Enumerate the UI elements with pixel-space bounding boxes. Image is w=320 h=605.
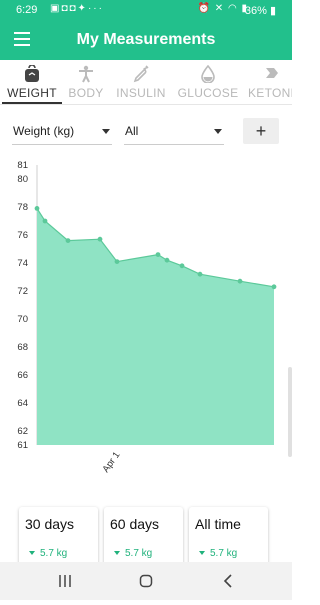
wifi-icon: ◠: [227, 3, 238, 14]
y-tick-label: 76: [17, 230, 28, 241]
card-title: 30 days: [25, 516, 75, 532]
system-nav-bar: [0, 562, 292, 600]
category-tabs: WEIGHT BODY INSULIN GLUCOSE KETONE: [0, 60, 292, 105]
tab-weight[interactable]: WEIGHT: [2, 60, 62, 104]
data-point: [164, 257, 170, 263]
y-tick-label: 62: [17, 426, 28, 437]
drop-icon: [201, 65, 215, 83]
card-change: 5.7 kg: [29, 548, 67, 559]
card-title: 60 days: [110, 516, 160, 532]
tab-label: INSULIN: [116, 86, 166, 100]
weight-area: [37, 208, 274, 445]
recent-apps-button[interactable]: [40, 562, 90, 600]
summary-card-60-days[interactable]: 60 days 5.7 kg: [104, 507, 183, 567]
recent-apps-icon: [59, 575, 71, 587]
bag-icon: ◘: [69, 3, 78, 14]
chart-controls: Weight (kg) All +: [0, 118, 292, 148]
calendar-icon: ▣: [50, 3, 62, 14]
battery-level: 36% ▮: [244, 5, 276, 17]
tab-body[interactable]: BODY: [66, 60, 106, 104]
y-tick-label: 70: [17, 314, 28, 325]
summary-cards: 30 days 5.7 kg 60 days 5.7 kg All time 5…: [0, 507, 292, 567]
data-point: [197, 271, 203, 277]
battery-icon: ▮: [269, 5, 276, 17]
system-icons: ⏰ ✕ ◠ ▮: [198, 3, 248, 14]
app-bar: My Measurements: [0, 20, 292, 60]
data-point: [97, 236, 103, 242]
y-tick-label: 72: [17, 286, 28, 297]
card-title: All time: [195, 516, 241, 532]
bag-icon: ◘: [61, 3, 70, 14]
tab-label: WEIGHT: [7, 86, 57, 100]
y-tick-label: 66: [17, 370, 28, 381]
body-icon: [79, 65, 93, 83]
arrow-down-icon: [114, 551, 120, 556]
tab-glucose[interactable]: GLUCOSE: [176, 60, 240, 104]
y-tick-label: 80: [17, 174, 28, 185]
status-bar: 6:29 ▣◘◘✦··· ⏰ ✕ ◠ ▮ 36% ▮: [0, 0, 292, 20]
data-point: [65, 238, 71, 243]
measurement-select[interactable]: Weight (kg): [12, 118, 112, 145]
card-change: 5.7 kg: [199, 548, 237, 559]
home-icon: [139, 574, 153, 588]
ketone-icon: [266, 68, 278, 78]
tab-ketone[interactable]: KETONE: [248, 60, 292, 104]
x-tick-label: Apr 1: [100, 450, 122, 475]
y-tick-label: 61: [17, 440, 28, 451]
card-change: 5.7 kg: [114, 548, 152, 559]
range-select-value: All: [125, 124, 139, 138]
y-tick-label: 74: [17, 258, 28, 269]
y-tick-label: 78: [17, 202, 28, 213]
notification-icons: ▣◘◘✦···: [50, 3, 104, 14]
data-point: [271, 284, 277, 290]
arrow-down-icon: [199, 551, 205, 556]
measurement-select-value: Weight (kg): [13, 124, 75, 138]
app-title: My Measurements: [76, 31, 216, 48]
data-point: [179, 263, 185, 269]
alarm-icon: ⏰: [197, 3, 212, 14]
add-measurement-button[interactable]: +: [243, 118, 279, 144]
weight-icon: [25, 65, 39, 82]
tab-insulin[interactable]: INSULIN: [114, 60, 168, 104]
summary-card-all-time[interactable]: All time 5.7 kg: [189, 507, 268, 567]
y-tick-label: 64: [17, 398, 28, 409]
weight-chart-svg: 61 62 64 66 68 70 72 74 76 78 80 81 Apr 1: [17, 160, 277, 475]
more-dots-icon: ···: [87, 3, 104, 14]
mute-icon: ✕: [214, 3, 225, 14]
scroll-handle[interactable]: [288, 367, 292, 457]
tab-label: BODY: [68, 86, 104, 100]
home-button[interactable]: [121, 562, 171, 600]
active-tab-indicator: [2, 102, 62, 104]
tab-label: KETONE: [248, 86, 292, 100]
data-point: [34, 206, 40, 211]
syringe-icon: [133, 65, 149, 83]
range-select[interactable]: All: [124, 118, 224, 145]
weight-chart: 61 62 64 66 68 70 72 74 76 78 80 81 Apr 1: [0, 155, 292, 485]
back-icon: [223, 574, 232, 588]
twitter-icon: ✦: [77, 3, 88, 14]
y-tick-label: 81: [17, 160, 28, 171]
data-point: [42, 218, 48, 224]
tab-label: GLUCOSE: [177, 86, 239, 100]
chevron-down-icon: [214, 129, 222, 134]
back-button[interactable]: [203, 562, 253, 600]
y-tick-label: 68: [17, 342, 28, 353]
summary-card-30-days[interactable]: 30 days 5.7 kg: [19, 507, 98, 567]
data-point: [114, 259, 120, 264]
data-point: [237, 278, 243, 284]
chevron-down-icon: [102, 129, 110, 134]
data-point: [155, 252, 161, 257]
arrow-down-icon: [29, 551, 35, 556]
status-time: 6:29: [16, 4, 38, 16]
